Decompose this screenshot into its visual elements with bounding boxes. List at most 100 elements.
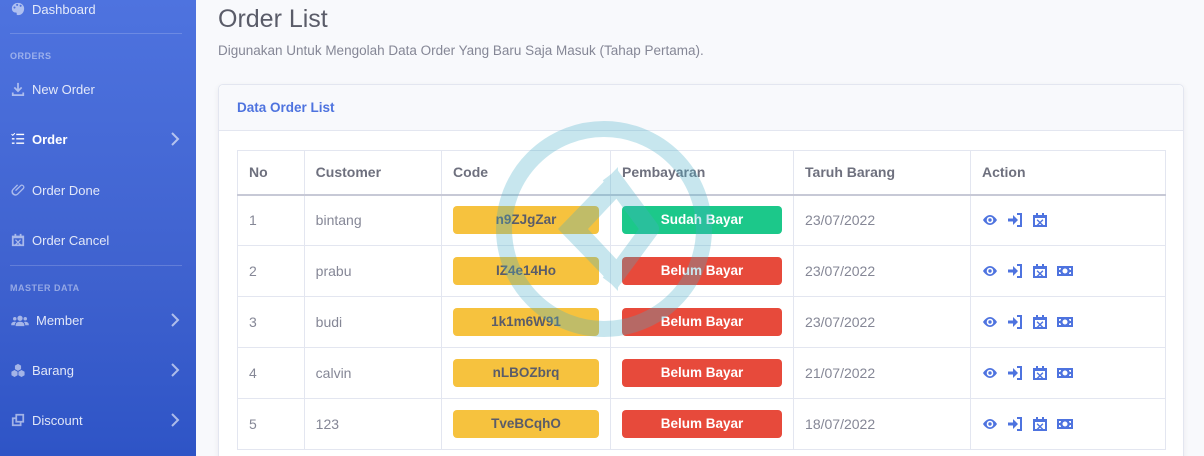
view-icon[interactable] [982,263,998,279]
action-group [982,416,1154,432]
cell-no: 2 [237,245,305,297]
chevron-right-icon [170,362,180,378]
sidebar-heading-orders: ORDERS [10,51,52,61]
paperclip-icon [10,182,26,198]
payment-icon[interactable] [1056,416,1073,432]
process-icon[interactable] [1007,212,1023,228]
view-icon[interactable] [982,314,998,330]
cell-code: n9ZJgZar [441,194,612,246]
cell-no: 5 [237,398,305,450]
sidebar-item-new-order[interactable]: New Order [0,77,196,101]
cell-action [969,296,1167,348]
calendar-x-icon [10,232,26,248]
page-title: Order List [218,5,328,33]
cell-action [969,347,1167,399]
process-icon[interactable] [1007,416,1023,432]
users-icon [10,312,30,328]
sidebar-item-member[interactable]: Member [0,308,196,332]
cell-customer: budi [303,296,443,348]
cell-code: TveBCqhO [441,398,612,450]
payment-status-badge: Sudah Bayar [622,206,783,235]
table-row: 1 bintang n9ZJgZar Sudah Bayar 23/07/2022 [237,194,1167,246]
process-icon[interactable] [1007,263,1023,279]
code-badge: n9ZJgZar [453,206,600,235]
table-row: 2 prabu IZ4e14Ho Belum Bayar 23/07/2022 [237,245,1167,297]
cancel-order-icon[interactable] [1032,416,1048,432]
sidebar-item-label: New Order [32,81,95,97]
cancel-order-icon[interactable] [1032,314,1048,330]
code-badge: 1k1m6W91 [453,308,600,336]
view-icon[interactable] [982,365,998,381]
column-header-taruh-barang[interactable]: Taruh Barang [793,150,971,196]
column-header-pembayaran[interactable]: Pembayaran [610,150,795,196]
cell-date: 21/07/2022 [793,347,971,399]
payment-icon[interactable] [1056,314,1073,330]
chevron-right-icon [170,312,180,328]
sidebar-item-barang[interactable]: Barang [0,358,196,382]
cell-customer: prabu [303,245,443,297]
table-header-row: No Customer Code Pembayaran Taruh Barang… [237,150,1167,196]
column-header-action: Action [969,150,1167,196]
cell-customer: calvin [303,347,443,399]
sidebar-item-label: Dashboard [32,1,96,17]
cell-code: nLBOZbrq [441,347,612,399]
cell-pembayaran: Belum Bayar [610,245,795,297]
cancel-order-icon[interactable] [1032,365,1048,381]
code-badge: IZ4e14Ho [453,257,600,285]
sidebar-item-label: Discount [32,412,83,428]
code-badge: TveBCqhO [453,410,600,438]
column-header-customer[interactable]: Customer [303,150,443,196]
chevron-right-icon [170,412,180,428]
cell-date: 18/07/2022 [793,398,971,450]
cell-action [969,398,1167,450]
cell-date: 23/07/2022 [793,245,971,297]
boxes-icon [10,362,26,378]
sidebar-item-order-done[interactable]: Order Done [0,178,196,202]
chevron-right-icon [170,131,180,147]
payment-status-badge: Belum Bayar [622,359,783,387]
action-group [982,212,1154,228]
column-header-code[interactable]: Code [441,150,612,196]
cell-pembayaran: Belum Bayar [610,398,795,450]
order-list-card: Data Order List No Customer Code Pembaya… [218,84,1184,456]
table-row: 3 budi 1k1m6W91 Belum Bayar 23/07/2022 [237,296,1167,348]
sidebar-heading-master-data: MASTER DATA [10,283,80,293]
card-header: Data Order List [219,85,1183,131]
cell-code: IZ4e14Ho [441,245,612,297]
sidebar-item-discount[interactable]: Discount [0,408,196,432]
sidebar-item-order[interactable]: Order [0,127,196,151]
view-icon[interactable] [982,416,998,432]
card-title: Data Order List [237,100,335,115]
view-icon[interactable] [982,212,998,228]
cancel-order-icon[interactable] [1032,212,1048,228]
column-header-no[interactable]: No [237,150,305,196]
process-icon[interactable] [1007,314,1023,330]
process-icon[interactable] [1007,365,1023,381]
payment-icon[interactable] [1056,365,1073,381]
sidebar-divider [10,33,182,34]
cell-action [969,245,1167,297]
action-group [982,263,1154,279]
sidebar-item-label: Member [36,312,84,328]
sidebar-item-label: Order Cancel [32,232,110,248]
table-row: 4 calvin nLBOZbrq Belum Bayar 21/07/2022 [237,347,1167,399]
cell-action [969,194,1167,246]
sidebar: Dashboard ORDERS New Order Order Order D… [0,0,196,456]
sidebar-item-order-cancel[interactable]: Order Cancel [0,228,196,252]
sidebar-item-label: Barang [32,362,74,378]
palette-icon [10,1,26,17]
cell-pembayaran: Sudah Bayar [610,194,795,246]
cell-code: 1k1m6W91 [441,296,612,348]
sidebar-item-label: Order [32,131,68,147]
sidebar-item-dashboard[interactable]: Dashboard [0,0,196,21]
cell-no: 4 [237,347,305,399]
sidebar-item-label: Order Done [32,182,100,198]
cell-customer: bintang [303,194,443,246]
table-row: 5 123 TveBCqhO Belum Bayar 18/07/2022 [237,398,1167,450]
cell-no: 1 [237,194,305,246]
payment-icon[interactable] [1056,263,1073,279]
cancel-order-icon[interactable] [1032,263,1048,279]
cell-date: 23/07/2022 [793,296,971,348]
order-table: No Customer Code Pembayaran Taruh Barang… [237,150,1167,450]
list-icon [10,131,26,147]
